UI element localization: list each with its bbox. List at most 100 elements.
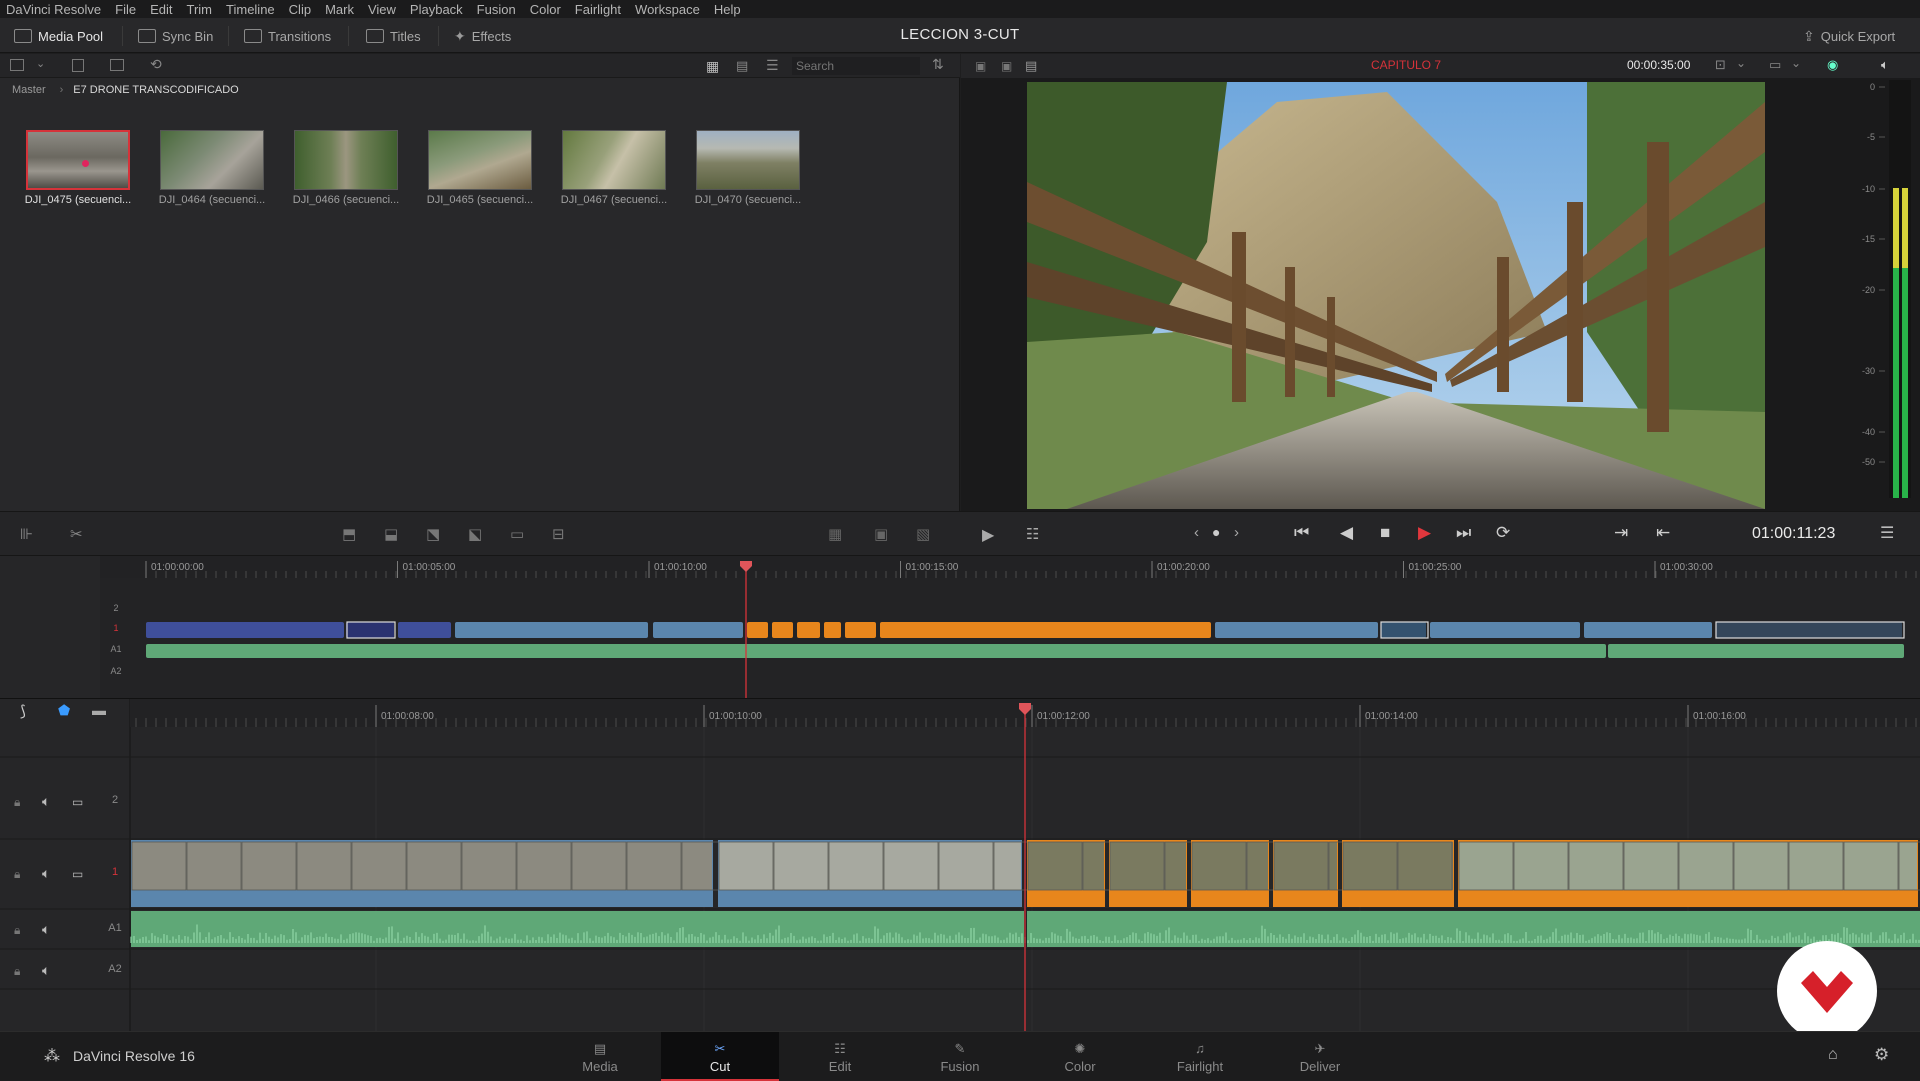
home-icon[interactable]: ⌂ (1828, 1046, 1838, 1064)
settings-sliders-icon[interactable]: ☷ (1026, 525, 1039, 543)
quick-export-button[interactable]: ⇪ Quick Export (1803, 25, 1895, 47)
breadcrumb-current[interactable]: E7 DRONE TRANSCODIFICADO (73, 84, 238, 96)
viewer-frame[interactable] (1027, 82, 1765, 509)
place-on-top-button[interactable]: ▭ (510, 525, 524, 543)
safe-area-icon[interactable]: ▣ (1001, 59, 1012, 73)
color-wheel-icon[interactable]: ◉ (1827, 57, 1838, 73)
source-overwrite-button[interactable]: ⊟ (552, 525, 565, 543)
lower-timeline-graphic[interactable]: 01:00:08:00 01:00:10:00 01:00:12:00 01:00:1… (0, 699, 1920, 1032)
menu-icon[interactable]: ☰ (1880, 523, 1894, 543)
page-edit[interactable]: ☷ Edit (781, 1032, 899, 1081)
viewer-mode-icon[interactable]: ▣ (975, 59, 986, 73)
titles-button[interactable]: Titles (366, 25, 421, 47)
media-clip[interactable]: DJI_0464 (secuenci... (158, 130, 266, 206)
menu-edit[interactable]: Edit (150, 2, 172, 17)
page-deliver[interactable]: ✈ Deliver (1261, 1032, 1379, 1081)
video-clip (1716, 622, 1902, 638)
jog-right-icon[interactable]: › (1234, 524, 1239, 541)
track-label: 1 (112, 866, 118, 878)
upper-timeline-graphic[interactable]: 01:00:00:00 01:00:05:00 01:00:10:00 01:00:1… (0, 556, 1920, 698)
effects-button[interactable]: ✦ Effects (454, 25, 511, 47)
chevron-down-icon[interactable]: ⌄ (1736, 56, 1746, 70)
media-clip[interactable]: DJI_0475 (secuenci... (24, 130, 132, 206)
chevron-down-icon[interactable]: ⌄ (36, 57, 45, 70)
video-monitor-icon[interactable]: ▭ (72, 795, 83, 809)
prev-edit-icon[interactable]: ⇥ (1614, 523, 1628, 543)
media-clip[interactable]: DJI_0470 (secuenci... (694, 130, 802, 206)
speaker-icon[interactable]: 🔈︎ (42, 865, 50, 882)
page-fusion[interactable]: ✎ Fusion (901, 1032, 1019, 1081)
grid-view-icon[interactable]: ▦ (706, 58, 719, 75)
breadcrumb-root[interactable]: Master (12, 84, 46, 96)
strip-view-icon[interactable]: ▤ (736, 58, 748, 74)
menu-fusion[interactable]: Fusion (477, 2, 516, 17)
media-clip[interactable]: DJI_0466 (secuenci... (292, 130, 400, 206)
menu-mark[interactable]: Mark (325, 2, 354, 17)
menu-workspace[interactable]: Workspace (635, 2, 700, 17)
search-input[interactable] (792, 57, 920, 75)
timeline-view-icon[interactable]: ▣ (874, 525, 888, 543)
source-tape-icon[interactable]: ▦ (828, 525, 842, 543)
audio-meter-graphic: 0 -5 -10 -15 -20 -30 -40 -50 (1862, 80, 1911, 498)
import-icon[interactable] (72, 59, 84, 72)
video-clip (772, 622, 793, 638)
stop-icon[interactable]: ■ (1380, 523, 1390, 543)
speaker-icon[interactable]: 🔈︎ (42, 962, 50, 979)
page-media[interactable]: ▤ Media (541, 1032, 659, 1081)
transitions-button[interactable]: Transitions (244, 25, 331, 47)
ripple-overwrite-button[interactable]: ⬔ (426, 525, 440, 543)
media-pool-button[interactable]: Media Pool (14, 25, 103, 47)
speaker-icon[interactable]: 🔈︎ (42, 793, 50, 810)
jog-left-icon[interactable]: ‹ (1194, 524, 1199, 541)
lock-icon[interactable]: 🔒︎ (14, 964, 20, 979)
lock-icon[interactable]: 🔒︎ (14, 867, 20, 882)
menu-help[interactable]: Help (714, 2, 741, 17)
close-up-button[interactable]: ⬕ (468, 525, 482, 543)
menu-timeline[interactable]: Timeline (226, 2, 275, 17)
panel-toggle-icon[interactable] (10, 59, 24, 71)
skip-forward-icon[interactable]: ⏭ (1456, 523, 1471, 543)
skip-back-icon[interactable]: ⏮ (1294, 523, 1309, 543)
media-clip[interactable]: DJI_0467 (secuenci... (560, 130, 668, 206)
jog-dot-icon[interactable]: ● (1212, 524, 1220, 540)
gear-icon[interactable]: ⚙ (1874, 1045, 1889, 1065)
page-fairlight[interactable]: ♫ Fairlight (1141, 1032, 1259, 1081)
menu-davinci[interactable]: DaVinci Resolve (6, 2, 101, 17)
menu-file[interactable]: File (115, 2, 136, 17)
play-icon[interactable]: ▶ (1418, 523, 1431, 543)
page-color[interactable]: ✺ Color (1021, 1032, 1139, 1081)
append-button[interactable]: ⬓ (384, 525, 398, 543)
relink-icon[interactable]: ⟲ (150, 56, 162, 73)
clip-name: DJI_0470 (secuenci... (694, 194, 802, 206)
menu-color[interactable]: Color (530, 2, 561, 17)
speaker-icon[interactable]: 🔈︎ (1881, 57, 1889, 73)
menu-clip[interactable]: Clip (289, 2, 311, 17)
speaker-icon[interactable]: 🔈︎ (42, 921, 50, 938)
menu-playback[interactable]: Playback (410, 2, 463, 17)
next-edit-icon[interactable]: ⇤ (1656, 523, 1670, 543)
layout-icon[interactable]: ▤ (1025, 58, 1037, 74)
menu-fairlight[interactable]: Fairlight (575, 2, 621, 17)
lock-icon[interactable]: 🔒︎ (14, 923, 20, 938)
smart-insert-button[interactable]: ⬒ (342, 525, 356, 543)
page-cut[interactable]: ✂ Cut (661, 1032, 779, 1081)
sort-icon[interactable]: ⇅ (932, 56, 944, 73)
zoom-icon[interactable]: ⊡ (1715, 57, 1726, 73)
loop-icon[interactable]: ⟳ (1496, 523, 1510, 543)
menu-trim[interactable]: Trim (187, 2, 213, 17)
clip-view-icon[interactable]: ▶ (982, 525, 994, 545)
media-clip[interactable]: DJI_0465 (secuenci... (426, 130, 534, 206)
ruler-timecode: 01:00:25:00 (1409, 562, 1462, 573)
sync-bin-button[interactable]: Sync Bin (138, 25, 213, 47)
play-reverse-icon[interactable]: ◀ (1340, 523, 1353, 543)
new-bin-icon[interactable] (110, 59, 124, 71)
list-view-icon[interactable]: ☰ (766, 57, 779, 74)
smart-insert-icon[interactable]: ⊪ (20, 525, 33, 543)
lock-icon[interactable]: 🔒︎ (14, 795, 20, 810)
multicam-icon[interactable]: ▧ (916, 525, 930, 543)
video-monitor-icon[interactable]: ▭ (72, 867, 83, 881)
menu-view[interactable]: View (368, 2, 396, 17)
scissors-icon[interactable]: ✂ (70, 525, 83, 543)
chevron-down-icon[interactable]: ⌄ (1791, 56, 1801, 70)
display-icon[interactable]: ▭ (1769, 57, 1781, 73)
